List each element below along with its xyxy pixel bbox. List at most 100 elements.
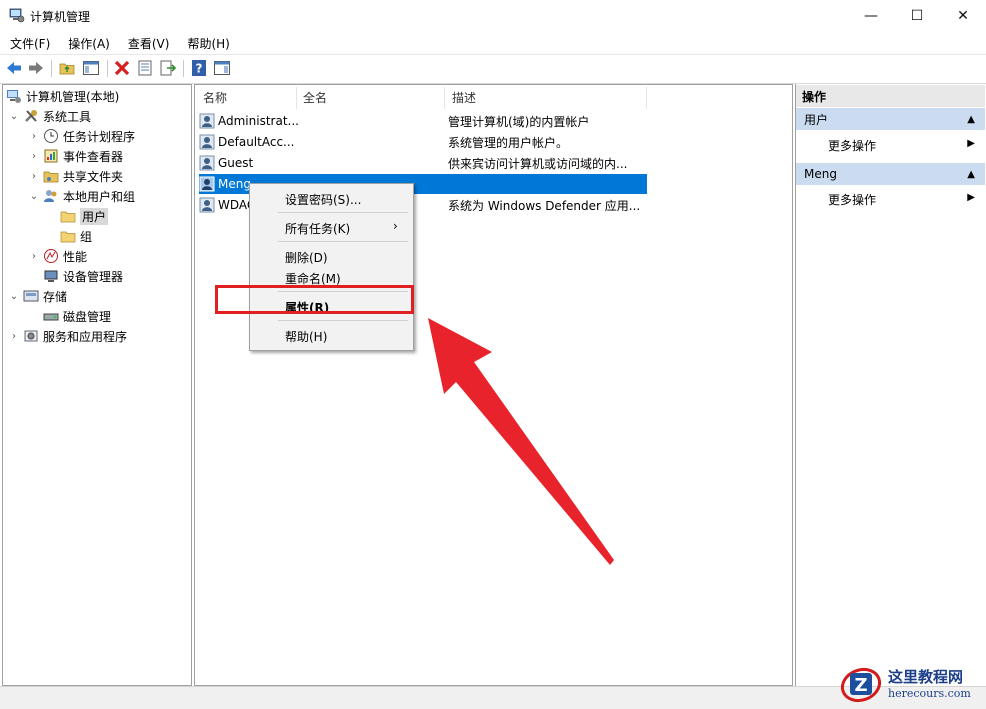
properties-icon[interactable] bbox=[136, 59, 154, 77]
tree-label: 性能 bbox=[63, 249, 88, 264]
user-icon bbox=[199, 197, 215, 213]
chevron-down-icon[interactable]: ⌄ bbox=[8, 111, 20, 122]
menu-view[interactable]: 查看(V) bbox=[118, 31, 178, 53]
user-icon bbox=[199, 113, 215, 129]
menu-bar: 文件(F) 操作(A) 查看(V) 帮助(H) bbox=[0, 31, 986, 53]
tree-item-services-apps[interactable]: › 服务和应用程序 bbox=[8, 326, 127, 346]
table-row[interactable]: Guest 供来宾访问计算机或访问域的内... bbox=[199, 153, 647, 173]
show-hide-tree-icon[interactable] bbox=[82, 59, 100, 77]
chevron-right-icon[interactable]: › bbox=[28, 171, 40, 182]
tree-item-performance[interactable]: › 性能 bbox=[28, 246, 87, 266]
event-viewer-icon bbox=[44, 149, 58, 163]
collapse-up-icon[interactable]: ▲ bbox=[967, 169, 975, 180]
cell-description: 管理计算机(域)的内置帐户 bbox=[448, 114, 590, 129]
highlight-box bbox=[215, 285, 414, 314]
toolbar: ? bbox=[0, 54, 986, 84]
svg-text:?: ? bbox=[196, 62, 203, 76]
tree-label: 服务和应用程序 bbox=[43, 329, 128, 344]
tree-item-groups[interactable]: 组 bbox=[60, 226, 92, 246]
menu-action[interactable]: 操作(A) bbox=[58, 31, 118, 53]
more-actions-link[interactable]: 更多操作 bbox=[828, 191, 876, 208]
export-list-icon[interactable] bbox=[159, 59, 177, 77]
device-manager-icon bbox=[44, 270, 58, 282]
chevron-right-icon[interactable]: › bbox=[8, 331, 20, 342]
delete-icon[interactable] bbox=[113, 59, 131, 77]
shared-folder-icon bbox=[43, 171, 59, 183]
column-header-fullname[interactable]: 全名 bbox=[303, 89, 327, 107]
watermark-logo: Z 这里教程网 herecours.com bbox=[836, 662, 984, 706]
tree-label: 事件查看器 bbox=[63, 149, 124, 164]
computer-management-icon bbox=[9, 8, 25, 23]
tree-label: 组 bbox=[80, 229, 93, 244]
storage-icon bbox=[23, 290, 39, 302]
menu-file[interactable]: 文件(F) bbox=[0, 31, 58, 53]
tree-item-task-scheduler[interactable]: › 任务计划程序 bbox=[28, 126, 135, 146]
tree-item-local-users-groups[interactable]: ⌄ 本地用户和组 bbox=[28, 186, 135, 206]
tree-label: 系统工具 bbox=[43, 109, 92, 124]
actions-header: 操作 bbox=[796, 85, 985, 107]
tree-item-root[interactable]: 计算机管理(本地) bbox=[6, 86, 119, 106]
tree-item-users[interactable]: 用户 bbox=[60, 206, 109, 226]
minimize-button[interactable]: — bbox=[848, 0, 894, 31]
window-title: 计算机管理 bbox=[30, 10, 91, 24]
context-menu: 设置密码(S)... 所有任务(K) › 删除(D) 重命名(M) 属性(R) … bbox=[249, 183, 414, 351]
tree-item-event-viewer[interactable]: › 事件查看器 bbox=[28, 146, 123, 166]
menu-item-help[interactable]: 帮助(H) bbox=[285, 328, 327, 345]
chevron-right-icon[interactable]: › bbox=[28, 251, 40, 262]
menu-item-delete[interactable]: 删除(D) bbox=[285, 249, 328, 266]
section-label: Meng bbox=[804, 167, 837, 181]
tree-label: 共享文件夹 bbox=[63, 169, 124, 184]
cell-name: DefaultAcc... bbox=[218, 135, 295, 149]
user-icon bbox=[199, 176, 215, 192]
watermark-url: herecours.com bbox=[888, 687, 971, 700]
disk-icon bbox=[43, 313, 59, 321]
tree-label: 用户 bbox=[80, 207, 109, 225]
close-button[interactable]: ✕ bbox=[940, 0, 986, 31]
table-row[interactable]: DefaultAcc... 系统管理的用户帐户。 bbox=[199, 132, 647, 152]
tree-item-system-tools[interactable]: ⌄ 系统工具 bbox=[8, 106, 91, 126]
chevron-down-icon[interactable]: ⌄ bbox=[8, 291, 20, 302]
submenu-arrow-icon: ▶ bbox=[967, 138, 975, 149]
help-icon[interactable]: ? bbox=[190, 59, 208, 77]
tree-label: 计算机管理(本地) bbox=[26, 89, 120, 104]
forward-arrow-icon[interactable] bbox=[27, 59, 45, 77]
menu-item-all-tasks[interactable]: 所有任务(K) bbox=[285, 220, 350, 237]
performance-icon bbox=[44, 249, 58, 263]
submenu-arrow-icon: ▶ bbox=[967, 192, 975, 203]
users-group-icon bbox=[44, 190, 57, 202]
tree-item-shared-folders[interactable]: › 共享文件夹 bbox=[28, 166, 123, 186]
chevron-down-icon[interactable]: ⌄ bbox=[28, 191, 40, 202]
services-icon bbox=[24, 330, 38, 342]
more-actions-link[interactable]: 更多操作 bbox=[828, 137, 876, 154]
tree-label: 设备管理器 bbox=[63, 269, 124, 284]
chevron-right-icon[interactable]: › bbox=[28, 131, 40, 142]
up-folder-icon[interactable] bbox=[58, 59, 76, 77]
collapse-up-icon[interactable]: ▲ bbox=[967, 114, 975, 125]
chevron-right-icon[interactable]: › bbox=[28, 151, 40, 162]
cell-name: Guest bbox=[218, 156, 254, 170]
tree-item-device-manager[interactable]: 设备管理器 bbox=[43, 266, 123, 286]
action-pane-icon[interactable] bbox=[213, 59, 231, 77]
tree-label: 任务计划程序 bbox=[63, 129, 136, 144]
folder-icon bbox=[60, 211, 76, 223]
section-label: 用户 bbox=[804, 112, 829, 127]
actions-section-meng[interactable]: Meng ▲ bbox=[796, 163, 985, 185]
table-row[interactable]: Administrat... 管理计算机(域)的内置帐户 bbox=[199, 111, 647, 131]
tools-icon bbox=[25, 110, 37, 122]
watermark-title: 这里教程网 bbox=[888, 668, 964, 686]
cell-description: 系统管理的用户帐户。 bbox=[448, 135, 569, 150]
maximize-button[interactable]: ☐ bbox=[894, 0, 940, 31]
back-arrow-icon[interactable] bbox=[5, 59, 23, 77]
tree-item-disk-management[interactable]: 磁盘管理 bbox=[43, 306, 111, 326]
cell-description: 系统为 Windows Defender 应用... bbox=[448, 198, 641, 213]
computer-management-icon bbox=[7, 90, 21, 103]
cell-name: Administrat... bbox=[218, 114, 299, 128]
actions-section-users[interactable]: 用户 ▲ bbox=[796, 108, 985, 130]
column-header-description[interactable]: 描述 bbox=[452, 89, 476, 107]
tree-item-storage[interactable]: ⌄ 存储 bbox=[8, 286, 67, 306]
menu-help[interactable]: 帮助(H) bbox=[177, 31, 237, 53]
tree-label: 磁盘管理 bbox=[63, 309, 112, 324]
menu-item-set-password[interactable]: 设置密码(S)... bbox=[285, 191, 361, 208]
actions-pane: 操作 用户 ▲ 更多操作 ▶ Meng ▲ 更多操作 ▶ bbox=[795, 84, 985, 704]
column-header-name[interactable]: 名称 bbox=[203, 89, 227, 107]
